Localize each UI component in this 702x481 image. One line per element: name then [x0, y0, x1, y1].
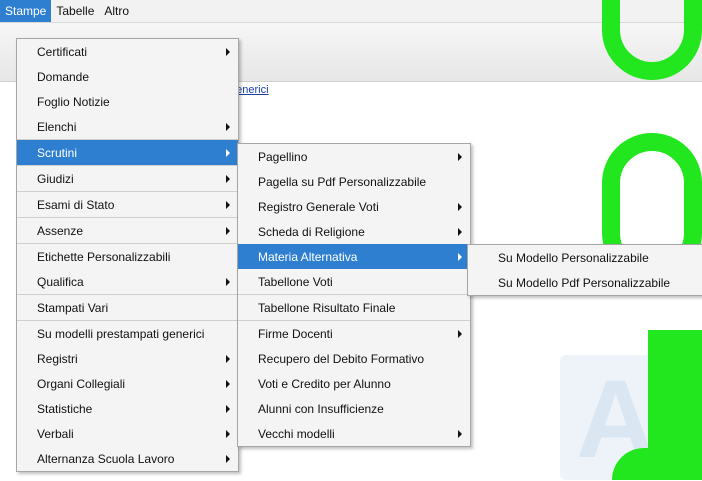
menu-item-stampati-vari[interactable]: Stampati Vari: [17, 294, 238, 320]
menu-item-elenchi[interactable]: Elenchi: [17, 114, 238, 139]
menu-item-verbali[interactable]: Verbali: [17, 421, 238, 446]
menu-item-tabellone-risultato-finale[interactable]: Tabellone Risultato Finale: [238, 294, 470, 320]
stampe-menu: Certificati Domande Foglio Notizie Elenc…: [16, 38, 239, 472]
menu-item-statistiche[interactable]: Statistiche: [17, 396, 238, 421]
menu-item-certificati[interactable]: Certificati: [17, 39, 238, 64]
menu-item-label: Vecchi modelli: [258, 426, 335, 441]
menu-item-organi-collegiali[interactable]: Organi Collegiali: [17, 371, 238, 396]
submenu-arrow-icon: [226, 404, 230, 413]
menu-item-label: Scheda di Religione: [258, 224, 365, 239]
menu-item-recupero-debito[interactable]: Recupero del Debito Formativo: [238, 346, 470, 371]
menu-item-voti-credito-alunno[interactable]: Voti e Credito per Alunno: [238, 371, 470, 396]
menu-item-label: Etichette Personalizzabili: [37, 249, 171, 264]
submenu-arrow-icon: [458, 252, 462, 261]
menu-item-alternanza-scuola-lavoro[interactable]: Alternanza Scuola Lavoro: [17, 446, 238, 471]
menu-item-assenze[interactable]: Assenze: [17, 217, 238, 243]
menu-item-firme-docenti[interactable]: Firme Docenti: [238, 320, 470, 346]
menu-item-label: Statistiche: [37, 401, 93, 416]
menu-item-vecchi-modelli[interactable]: Vecchi modelli: [238, 421, 470, 446]
menu-item-label: Assenze: [37, 223, 84, 238]
submenu-arrow-icon: [458, 202, 462, 211]
menu-item-foglio-notizie[interactable]: Foglio Notizie: [17, 89, 238, 114]
menu-item-label: Certificati: [37, 44, 88, 59]
menu-item-label: Giudizi: [37, 171, 74, 186]
menu-item-label: Elenchi: [37, 119, 77, 134]
menubar-item-altro[interactable]: Altro: [99, 0, 134, 22]
submenu-arrow-icon: [226, 174, 230, 183]
menu-item-label: Scrutini: [37, 145, 78, 160]
menu-item-label: Pagella su Pdf Personalizzabile: [258, 174, 427, 189]
menu-item-label: Registri: [37, 351, 78, 366]
menu-item-qualifica[interactable]: Qualifica: [17, 269, 238, 294]
menubar-item-stampe[interactable]: Stampe: [0, 0, 52, 22]
menu-item-etichette-personalizzabili[interactable]: Etichette Personalizzabili: [17, 243, 238, 269]
menu-item-label: Alternanza Scuola Lavoro: [37, 451, 175, 466]
materia-alternativa-submenu: Su Modello Personalizzabile Su Modello P…: [467, 244, 702, 296]
menu-item-tabellone-voti[interactable]: Tabellone Voti: [238, 269, 470, 294]
menu-item-scrutini[interactable]: Scrutini: [17, 139, 238, 165]
menubar: Stampe Tabelle Altro: [0, 0, 702, 23]
submenu-arrow-icon: [226, 454, 230, 463]
menu-item-su-modello-pdf-personalizzabile[interactable]: Su Modello Pdf Personalizzabile: [468, 270, 702, 295]
submenu-arrow-icon: [226, 226, 230, 235]
menu-item-su-modelli-prestampati-generici[interactable]: Su modelli prestampati generici: [17, 320, 238, 346]
menu-item-label: Pagellino: [258, 149, 308, 164]
green-shape-bottom-curve: [612, 448, 702, 480]
menu-item-label: Su modelli prestampati generici: [37, 326, 205, 341]
submenu-arrow-icon: [226, 148, 230, 157]
menu-item-pagellino[interactable]: Pagellino: [238, 144, 470, 169]
menu-item-label: Recupero del Debito Formativo: [258, 351, 425, 366]
menu-item-giudizi[interactable]: Giudizi: [17, 165, 238, 191]
menu-item-label: Organi Collegiali: [37, 376, 126, 391]
menu-item-label: Foglio Notizie: [37, 94, 110, 109]
menu-item-label: Qualifica: [37, 274, 84, 289]
menu-item-scheda-religione[interactable]: Scheda di Religione: [238, 219, 470, 244]
menu-item-materia-alternativa[interactable]: Materia Alternativa: [238, 244, 470, 269]
menu-item-label: Tabellone Risultato Finale: [258, 300, 396, 315]
submenu-arrow-icon: [226, 379, 230, 388]
menu-item-esami-di-stato[interactable]: Esami di Stato: [17, 191, 238, 217]
menu-item-label: Firme Docenti: [258, 326, 333, 341]
menu-item-label: Registro Generale Voti: [258, 199, 379, 214]
menu-item-label: Su Modello Pdf Personalizzabile: [498, 275, 671, 290]
submenu-arrow-icon: [458, 329, 462, 338]
submenu-arrow-icon: [226, 200, 230, 209]
menu-item-label: Su Modello Personalizzabile: [498, 250, 649, 265]
menu-item-registro-generale-voti[interactable]: Registro Generale Voti: [238, 194, 470, 219]
submenu-arrow-icon: [458, 429, 462, 438]
menu-item-registri[interactable]: Registri: [17, 346, 238, 371]
menu-item-domande[interactable]: Domande: [17, 64, 238, 89]
menu-item-label: Esami di Stato: [37, 197, 115, 212]
submenu-arrow-icon: [458, 152, 462, 161]
menu-item-pagella-pdf[interactable]: Pagella su Pdf Personalizzabile: [238, 169, 470, 194]
menu-item-label: Alunni con Insufficienze: [258, 401, 384, 416]
menu-item-alunni-insufficienze[interactable]: Alunni con Insufficienze: [238, 396, 470, 421]
menu-item-su-modello-personalizzabile[interactable]: Su Modello Personalizzabile: [468, 245, 702, 270]
menu-item-label: Tabellone Voti: [258, 274, 333, 289]
submenu-arrow-icon: [226, 354, 230, 363]
menu-item-label: Verbali: [37, 426, 74, 441]
menu-item-label: Materia Alternativa: [258, 249, 358, 264]
submenu-arrow-icon: [226, 277, 230, 286]
submenu-arrow-icon: [226, 122, 230, 131]
menu-item-label: Domande: [37, 69, 90, 84]
submenu-arrow-icon: [458, 227, 462, 236]
submenu-arrow-icon: [226, 429, 230, 438]
menu-item-label: Stampati Vari: [37, 300, 109, 315]
menu-item-label: Voti e Credito per Alunno: [258, 376, 391, 391]
submenu-arrow-icon: [226, 47, 230, 56]
scrutini-submenu: Pagellino Pagella su Pdf Personalizzabil…: [237, 143, 471, 447]
menubar-item-tabelle[interactable]: Tabelle: [51, 0, 99, 22]
